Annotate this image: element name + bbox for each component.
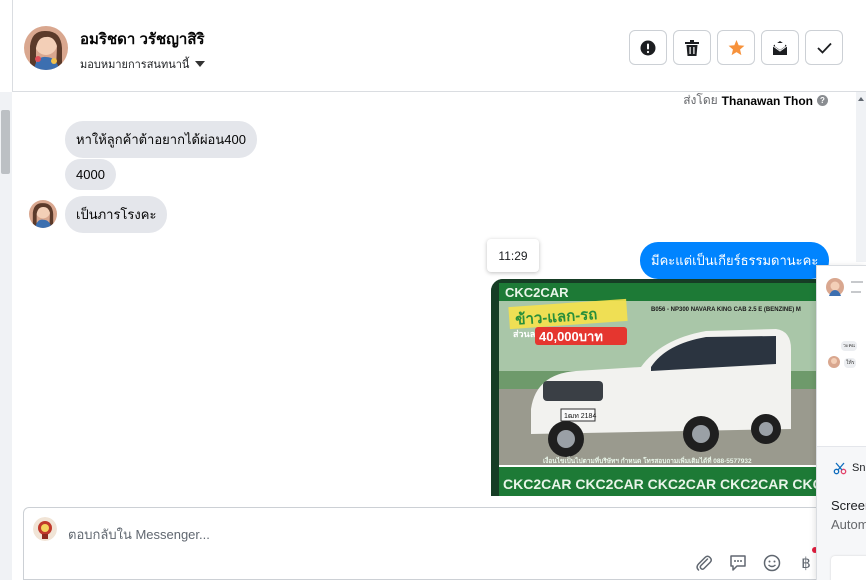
message-bubble-outgoing[interactable]: มีคะแต่เป็นเกียร์ธรรมดานะคะ — [640, 242, 830, 279]
discount-value: 40,000บาท — [539, 329, 603, 344]
message-scrollbar[interactable] — [856, 92, 866, 262]
banner-brand-text: CKC2CAR — [505, 285, 569, 300]
assign-conversation-dropdown[interactable]: มอบหมายการสนทนานี้ — [80, 55, 206, 73]
star-button[interactable] — [717, 30, 755, 65]
smiley-icon[interactable] — [762, 553, 782, 573]
reply-input-placeholder[interactable]: ตอบกลับใน Messenger... — [68, 524, 210, 545]
scroll-up-arrow-icon[interactable] — [856, 94, 866, 104]
notification-subtitle: Autom — [831, 517, 866, 532]
image-attachment[interactable]: CKC2CAR 1ฒท 2184 ข้าว-แลก-รถ ส่วนลด 40,0… — [491, 279, 827, 496]
conversation-actions — [629, 30, 843, 65]
reply-composer[interactable]: ตอบกลับใน Messenger... ฿ — [23, 507, 833, 580]
message-bubble-incoming[interactable]: เป็นภารโรงคะ — [65, 196, 168, 233]
sent-by-name: Thanawan Thon — [721, 93, 813, 108]
preview-chip: ให้ร — [844, 358, 857, 368]
car-promo-image: CKC2CAR 1ฒท 2184 ข้าว-แลก-รถ ส่วนลด 40,0… — [491, 279, 827, 496]
preview-chip: วะคแ — [841, 341, 858, 351]
preview-avatar-small-icon — [828, 356, 840, 368]
star-icon — [728, 39, 744, 55]
spam-button[interactable] — [629, 30, 667, 65]
question-icon[interactable]: ? — [817, 95, 828, 106]
preview-line — [851, 281, 863, 283]
check-icon — [816, 42, 832, 54]
baht-icon[interactable]: ฿ — [796, 553, 816, 573]
timestamp-tooltip: 11:29 — [487, 239, 539, 272]
sent-by-prefix: ส่งโดย — [683, 93, 718, 107]
page-avatar — [33, 517, 57, 541]
contact-avatar[interactable] — [24, 26, 68, 70]
envelope-icon — [772, 40, 788, 55]
trash-icon — [685, 39, 699, 56]
mark-unread-button[interactable] — [761, 30, 799, 65]
preview-avatar-icon — [826, 278, 844, 296]
sent-by-label: ส่งโดย Thanawan Thon ? — [683, 91, 828, 110]
paperclip-icon[interactable] — [694, 553, 714, 573]
snipping-app-label: Sn — [833, 461, 865, 475]
delete-button[interactable] — [673, 30, 711, 65]
model-code-text: B056 - NP300 NAVARA KING CAB 2.5 E (BENZ… — [651, 307, 801, 313]
left-scrollbar-track[interactable] — [0, 92, 12, 580]
caret-down-icon — [195, 61, 206, 67]
speech-bubble-icon[interactable] — [728, 553, 748, 573]
messenger-inbox-window: อมริชดา วรัชญาสิริ มอบหมายการสนทนานี้ ส่… — [0, 0, 866, 580]
footer-brand-text: CKC2CAR CKC2CAR CKC2CAR CKC2CAR CKC — [503, 476, 823, 492]
preview-line — [851, 291, 861, 293]
contact-avatar-small — [29, 200, 57, 228]
notification-card[interactable] — [831, 556, 866, 580]
composer-tools: ฿ — [694, 553, 816, 573]
plate-text: 1ฒท 2184 — [564, 413, 596, 420]
conversation-header: อมริชดา วรัชญาสิริ มอบหมายการสนทนานี้ — [12, 0, 866, 92]
assign-label: มอบหมายการสนทนานี้ — [80, 59, 190, 71]
contact-name[interactable]: อมริชดา วรัชญาสิริ — [80, 27, 205, 51]
message-bubble-incoming[interactable]: 4000 — [65, 159, 116, 190]
notification-title: Screen — [831, 498, 866, 513]
exclamation-circle-icon — [640, 40, 656, 55]
scissors-icon — [833, 462, 847, 475]
screenshot-preview-popup[interactable]: วะคแ ให้ร Sn Screen Autom — [816, 265, 866, 580]
app-name: Sn — [852, 462, 866, 474]
message-bubble-incoming[interactable]: หาให้ลูกค้าต้าอยากได้ผ่อน400 — [65, 121, 257, 158]
left-scrollbar-thumb[interactable] — [1, 110, 10, 174]
mark-done-button[interactable] — [805, 30, 843, 65]
